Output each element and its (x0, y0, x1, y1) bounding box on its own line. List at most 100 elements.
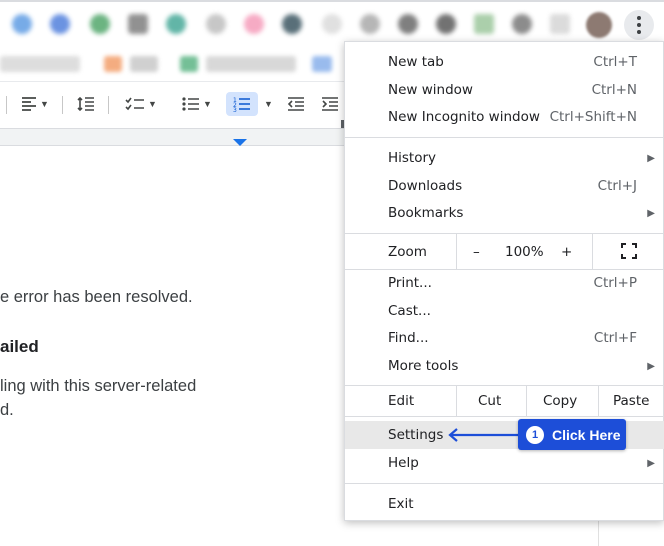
toolbar-divider (108, 96, 109, 114)
zoom-level: 100% (505, 243, 544, 260)
callout-arrow-icon (448, 428, 520, 442)
document-heading: ailed (0, 337, 39, 356)
indent-marker-icon[interactable] (233, 139, 247, 146)
submenu-arrow-icon: ▶ (647, 152, 655, 164)
menu-separator (345, 416, 664, 417)
bookmark-item[interactable] (180, 56, 198, 72)
fullscreen-icon[interactable] (621, 243, 637, 259)
menu-item-label: New Incognito window (388, 109, 540, 125)
menu-item-history[interactable]: History ▶ (345, 144, 664, 172)
bookmark-item[interactable] (104, 56, 122, 72)
menu-item-exit[interactable]: Exit (345, 490, 664, 518)
menu-item-downloads[interactable]: Downloads Ctrl+J (345, 172, 664, 200)
kebab-dot (637, 23, 641, 27)
document-text-line: e error has been resolved. (0, 288, 193, 306)
menu-item-help[interactable]: Help ▶ (345, 449, 664, 477)
copy-button[interactable]: Copy (543, 393, 577, 409)
cell-divider (456, 234, 457, 269)
menu-item-shortcut: Ctrl+J (597, 178, 637, 194)
menu-item-label: Print... (388, 275, 432, 291)
menu-item-shortcut: Ctrl+Shift+N (549, 109, 637, 125)
cut-button[interactable]: Cut (478, 393, 501, 409)
svg-text:3: 3 (233, 107, 237, 112)
menu-item-label: Find... (388, 330, 429, 346)
menu-item-new-window[interactable]: New window Ctrl+N (345, 76, 664, 104)
extension-icon[interactable] (360, 14, 380, 34)
bookmark-item[interactable] (312, 56, 332, 72)
menu-item-find[interactable]: Find... Ctrl+F (345, 324, 664, 352)
submenu-arrow-icon: ▶ (647, 207, 655, 219)
menu-item-label: New window (388, 82, 473, 98)
edit-row: Edit Cut Copy Paste (345, 386, 664, 416)
extension-icon[interactable] (90, 14, 110, 34)
menu-item-label: Exit (388, 496, 414, 512)
menu-item-label: Downloads (388, 178, 463, 194)
menu-item-label: Edit (388, 393, 415, 409)
extension-icon[interactable] (512, 14, 532, 34)
extension-icon[interactable] (398, 14, 418, 34)
kebab-dot (637, 30, 641, 34)
menu-item-label: Bookmarks (388, 205, 464, 221)
document-text-line: ling with this server-related (0, 377, 197, 395)
extension-icon[interactable] (474, 14, 494, 34)
line-spacing-icon[interactable] (72, 92, 100, 116)
browser-toolbar (0, 0, 664, 46)
extension-icon[interactable] (206, 14, 226, 34)
bookmark-item[interactable] (0, 56, 80, 72)
menu-separator (345, 483, 664, 484)
align-icon[interactable]: ▼ (16, 92, 54, 116)
menu-item-bookmarks[interactable]: Bookmarks ▶ (345, 199, 664, 227)
menu-item-new-incognito[interactable]: New Incognito window Ctrl+Shift+N (345, 103, 664, 131)
menu-item-shortcut: Ctrl+N (591, 82, 637, 98)
extension-icon[interactable] (50, 14, 70, 34)
chevron-down-icon[interactable]: ▼ (260, 92, 274, 116)
chevron-down-icon: ▼ (148, 99, 157, 109)
bulleted-list-icon[interactable]: ▼ (174, 92, 220, 116)
menu-item-label: More tools (388, 358, 459, 374)
profile-avatar[interactable] (586, 12, 612, 38)
cell-divider (526, 386, 527, 416)
chevron-down-icon: ▼ (40, 99, 49, 109)
bookmark-item[interactable] (206, 56, 296, 72)
ruler (0, 128, 350, 146)
menu-item-label: New tab (388, 54, 444, 70)
paste-button[interactable]: Paste (613, 393, 649, 409)
submenu-arrow-icon: ▶ (647, 457, 655, 469)
decrease-indent-icon[interactable] (282, 92, 310, 116)
zoom-out-button[interactable]: – (473, 244, 480, 260)
zoom-in-button[interactable]: + (561, 244, 572, 260)
document-text-line: d. (0, 401, 14, 419)
kebab-dot (637, 16, 641, 20)
menu-item-label: Zoom (388, 243, 427, 260)
toolbar-divider (6, 96, 7, 114)
extension-icon[interactable] (244, 14, 264, 34)
extension-icon[interactable] (166, 14, 186, 34)
menu-item-shortcut: Ctrl+T (593, 54, 637, 70)
numbered-list-icon[interactable]: 123 (226, 92, 258, 116)
menu-item-label: History (388, 150, 437, 166)
menu-item-more-tools[interactable]: More tools ▶ (345, 352, 664, 380)
menu-item-shortcut: Ctrl+P (593, 275, 637, 291)
extension-icon[interactable] (550, 14, 570, 34)
menu-item-new-tab[interactable]: New tab Ctrl+T (345, 48, 664, 76)
extension-icon[interactable] (282, 14, 302, 34)
menu-item-label: Settings (388, 427, 444, 443)
extension-icon[interactable] (12, 14, 32, 34)
extension-icon[interactable] (322, 14, 342, 34)
increase-indent-icon[interactable] (316, 92, 344, 116)
checklist-icon[interactable]: ▼ (116, 92, 166, 116)
menu-item-label: Cast... (388, 303, 431, 319)
callout-label: Click Here (552, 426, 621, 443)
callout-number: 1 (526, 425, 544, 444)
submenu-arrow-icon: ▶ (647, 360, 655, 372)
menu-item-cast[interactable]: Cast... (345, 297, 664, 325)
cell-divider (598, 386, 599, 416)
extension-icon[interactable] (436, 14, 456, 34)
extension-icon[interactable] (128, 14, 148, 34)
cell-divider (592, 234, 593, 269)
chrome-menu-button[interactable] (624, 10, 654, 40)
bookmark-item[interactable] (130, 56, 158, 72)
chevron-down-icon: ▼ (203, 99, 212, 109)
menu-separator (345, 137, 664, 138)
menu-item-print[interactable]: Print... Ctrl+P (345, 269, 664, 297)
